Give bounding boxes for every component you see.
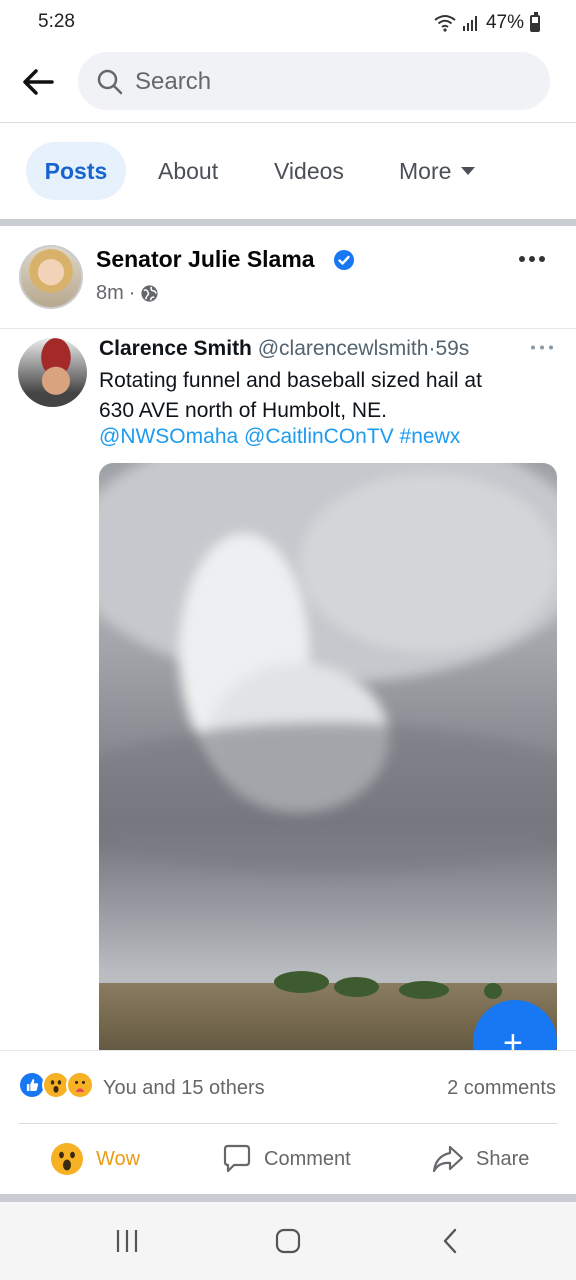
tab-posts[interactable]: Posts <box>26 142 126 200</box>
status-bar: 5:28 47% <box>0 0 576 46</box>
tweet-handle: @clarencewlsmith <box>257 337 429 360</box>
back-arrow-icon[interactable] <box>18 62 58 102</box>
header-divider <box>0 122 576 123</box>
wifi-icon <box>434 15 456 32</box>
share-icon <box>432 1145 464 1173</box>
post-author-name[interactable]: Senator Julie Slama <box>96 246 315 273</box>
tab-about[interactable]: About <box>158 142 218 200</box>
tab-more-label: More <box>399 158 452 184</box>
tree <box>334 977 379 997</box>
recents-icon[interactable] <box>113 1226 141 1256</box>
post-meta: 8m · <box>96 282 159 305</box>
tab-more[interactable]: More <box>399 142 476 200</box>
search-input[interactable]: Search <box>78 52 550 110</box>
tweet-text-line-2: 630 AVE north of Humbolt, NE. <box>99 399 387 422</box>
search-icon <box>97 69 123 95</box>
tree <box>484 983 502 999</box>
tweet-header: Clarence Smith @clarencewlsmith·59s <box>99 337 469 361</box>
tweet-more-dots-icon <box>531 345 553 350</box>
actions-divider <box>18 1123 558 1124</box>
tweet-text-line-1: Rotating funnel and baseball sized hail … <box>99 369 482 392</box>
wow-button[interactable]: Wow <box>50 1141 140 1177</box>
tweet-links[interactable]: @NWSOmaha @CaitlinCOnTV #newx <box>99 425 460 449</box>
engagement-bar: You and 15 others 2 comments Wow Comment… <box>0 1050 576 1194</box>
tweet-author-avatar <box>18 338 87 407</box>
verified-icon <box>334 250 354 270</box>
status-indicators: 47% <box>434 11 540 35</box>
signal-icon <box>462 16 477 31</box>
back-icon[interactable] <box>438 1226 462 1256</box>
tree <box>399 981 449 999</box>
author-avatar[interactable] <box>19 245 83 309</box>
system-nav-bar <box>0 1202 576 1280</box>
comment-label: Comment <box>264 1147 351 1170</box>
reaction-count[interactable]: You and 15 others <box>103 1077 265 1100</box>
caret-down-icon <box>461 166 476 175</box>
tweet-text: Rotating funnel and baseball sized hail … <box>99 366 559 426</box>
more-dots-icon[interactable] <box>518 255 546 263</box>
battery-icon <box>530 11 540 32</box>
search-row: Search <box>0 52 576 112</box>
comment-icon <box>223 1144 251 1173</box>
tweet-time: 59s <box>435 337 470 360</box>
share-label: Share <box>476 1147 530 1170</box>
comment-count[interactable]: 2 comments <box>447 1077 556 1100</box>
tab-videos[interactable]: Videos <box>274 142 344 200</box>
care-reaction-icon <box>66 1071 94 1099</box>
wow-label: Wow <box>96 1147 141 1170</box>
home-icon[interactable] <box>274 1226 302 1256</box>
tweet-photo[interactable] <box>99 463 557 1063</box>
post-time[interactable]: 8m <box>96 282 124 305</box>
reaction-icons[interactable] <box>18 1071 98 1099</box>
tweet-author-name: Clarence Smith <box>99 337 252 360</box>
status-time: 5:28 <box>38 11 75 32</box>
profile-tabs: Posts About Videos More <box>0 142 576 200</box>
share-button[interactable]: Share <box>432 1141 529 1177</box>
section-divider <box>0 1194 576 1202</box>
tree <box>274 971 329 993</box>
search-placeholder: Search <box>135 68 212 95</box>
battery-percent: 47% <box>485 12 524 33</box>
cloud-shape <box>299 473 557 653</box>
globe-icon <box>141 285 159 302</box>
comment-button[interactable]: Comment <box>222 1141 351 1177</box>
post-divider <box>0 328 576 329</box>
wow-emoji-icon <box>51 1143 83 1175</box>
cloud-shape <box>99 723 557 873</box>
meta-separator: · <box>128 282 136 304</box>
section-divider <box>0 219 576 226</box>
